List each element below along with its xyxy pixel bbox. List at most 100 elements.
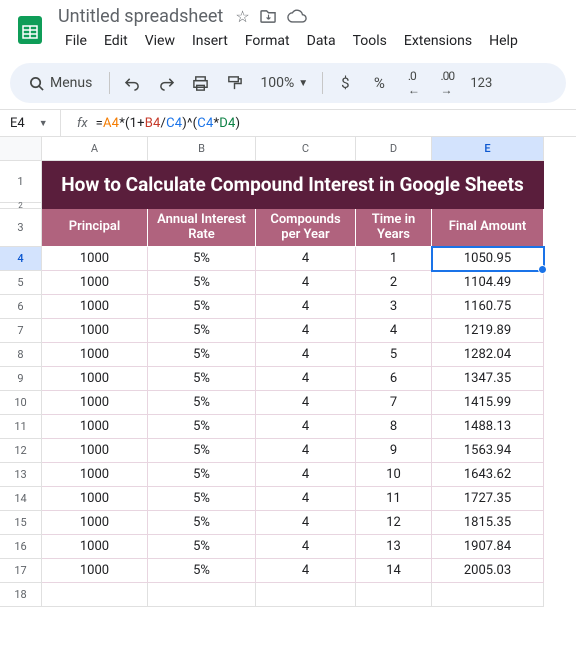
row-header-11[interactable]: 11	[0, 415, 42, 439]
currency-button[interactable]: $	[331, 69, 359, 97]
row-header-1[interactable]: 1	[0, 161, 42, 203]
cell[interactable]: 1727.35	[432, 487, 544, 511]
compounds-header[interactable]: Compounds per Year	[256, 209, 356, 247]
row-header-10[interactable]: 10	[0, 391, 42, 415]
cell[interactable]: 5%	[148, 367, 256, 391]
cell[interactable]: 5%	[148, 271, 256, 295]
cell[interactable]: 1000	[42, 439, 148, 463]
cell[interactable]: 5%	[148, 247, 256, 271]
cells-area[interactable]: How to Calculate Compound Interest in Go…	[42, 161, 576, 607]
cell[interactable]: 3	[356, 295, 432, 319]
cell[interactable]: 7	[356, 391, 432, 415]
cell[interactable]: 1000	[42, 343, 148, 367]
document-title[interactable]: Untitled spreadsheet	[58, 6, 223, 27]
cell[interactable]: 4	[256, 463, 356, 487]
cell[interactable]: 4	[256, 367, 356, 391]
cell[interactable]: 1815.35	[432, 511, 544, 535]
cell[interactable]: 9	[356, 439, 432, 463]
cell[interactable]: 5%	[148, 295, 256, 319]
menu-data[interactable]: Data	[300, 29, 343, 53]
row-header-6[interactable]: 6	[0, 295, 42, 319]
empty-cell[interactable]	[42, 583, 148, 607]
cell[interactable]: 1643.62	[432, 463, 544, 487]
cell[interactable]: 4	[256, 295, 356, 319]
cell[interactable]: 4	[256, 535, 356, 559]
column-header-B[interactable]: B	[148, 137, 256, 161]
cell[interactable]: 5%	[148, 511, 256, 535]
move-icon[interactable]	[260, 9, 277, 24]
cell[interactable]: 1000	[42, 511, 148, 535]
menu-tools[interactable]: Tools	[346, 29, 394, 53]
cell[interactable]: 4	[256, 343, 356, 367]
cell[interactable]: 4	[256, 511, 356, 535]
cell[interactable]: 5%	[148, 415, 256, 439]
formula-input[interactable]: =A4*(1+B4/C4)^(C4*D4)	[96, 116, 241, 131]
cell[interactable]: 5%	[148, 343, 256, 367]
sheets-logo[interactable]	[12, 12, 48, 48]
row-header-16[interactable]: 16	[0, 535, 42, 559]
cloud-icon[interactable]	[287, 9, 307, 24]
row-header-15[interactable]: 15	[0, 511, 42, 535]
percent-button[interactable]: %	[365, 69, 393, 97]
row-header-9[interactable]: 9	[0, 367, 42, 391]
cell[interactable]: 2	[356, 271, 432, 295]
cell[interactable]: 1415.99	[432, 391, 544, 415]
cell[interactable]: 4	[256, 271, 356, 295]
row-header-7[interactable]: 7	[0, 319, 42, 343]
cell[interactable]: 4	[256, 415, 356, 439]
cell[interactable]: 4	[256, 559, 356, 583]
cell[interactable]: 1000	[42, 367, 148, 391]
cell[interactable]: 5%	[148, 439, 256, 463]
sheet-title-cell[interactable]: How to Calculate Compound Interest in Go…	[42, 161, 544, 209]
cell[interactable]: 1000	[42, 463, 148, 487]
number-format-button[interactable]: 123	[467, 69, 495, 97]
star-icon[interactable]: ☆	[235, 7, 249, 26]
cell[interactable]: 4	[356, 319, 432, 343]
time-header[interactable]: Time in Years	[356, 209, 432, 247]
cell[interactable]: 12	[356, 511, 432, 535]
empty-cell[interactable]	[356, 583, 432, 607]
zoom-dropdown[interactable]: 100% ▼	[254, 69, 314, 97]
paint-format-button[interactable]	[220, 69, 248, 97]
cell[interactable]: 1488.13	[432, 415, 544, 439]
cell[interactable]: 1000	[42, 415, 148, 439]
cell[interactable]: 4	[256, 391, 356, 415]
cell[interactable]: 11	[356, 487, 432, 511]
cell[interactable]: 1000	[42, 391, 148, 415]
cell[interactable]: 1050.95	[432, 247, 544, 271]
row-header-12[interactable]: 12	[0, 439, 42, 463]
cell[interactable]: 1563.94	[432, 439, 544, 463]
cell[interactable]: 13	[356, 535, 432, 559]
cell[interactable]: 1219.89	[432, 319, 544, 343]
cell[interactable]: 1104.49	[432, 271, 544, 295]
undo-button[interactable]	[118, 69, 146, 97]
cell[interactable]: 5%	[148, 391, 256, 415]
cell[interactable]: 1160.75	[432, 295, 544, 319]
column-header-E[interactable]: E	[432, 137, 544, 161]
increase-decimal-button[interactable]: .00→	[433, 69, 461, 97]
menu-extensions[interactable]: Extensions	[397, 29, 479, 53]
cell[interactable]: 1	[356, 247, 432, 271]
row-header-17[interactable]: 17	[0, 559, 42, 583]
menus-button[interactable]: Menus	[20, 69, 101, 97]
final-header[interactable]: Final Amount	[432, 209, 544, 247]
cell[interactable]: 4	[256, 247, 356, 271]
menu-insert[interactable]: Insert	[185, 29, 235, 53]
cell[interactable]: 5%	[148, 487, 256, 511]
cell[interactable]: 6	[356, 367, 432, 391]
column-header-C[interactable]: C	[256, 137, 356, 161]
row-header-14[interactable]: 14	[0, 487, 42, 511]
cell[interactable]: 1000	[42, 487, 148, 511]
row-header-4[interactable]: 4	[0, 247, 42, 271]
cell[interactable]: 1282.04	[432, 343, 544, 367]
cell[interactable]: 5%	[148, 559, 256, 583]
column-header-D[interactable]: D	[356, 137, 432, 161]
cell[interactable]: 1000	[42, 295, 148, 319]
row-header-8[interactable]: 8	[0, 343, 42, 367]
row-header-13[interactable]: 13	[0, 463, 42, 487]
cell[interactable]: 4	[256, 487, 356, 511]
principal-header[interactable]: Principal	[42, 209, 148, 247]
cell[interactable]: 2005.03	[432, 559, 544, 583]
cell[interactable]: 5%	[148, 535, 256, 559]
column-header-A[interactable]: A	[42, 137, 148, 161]
